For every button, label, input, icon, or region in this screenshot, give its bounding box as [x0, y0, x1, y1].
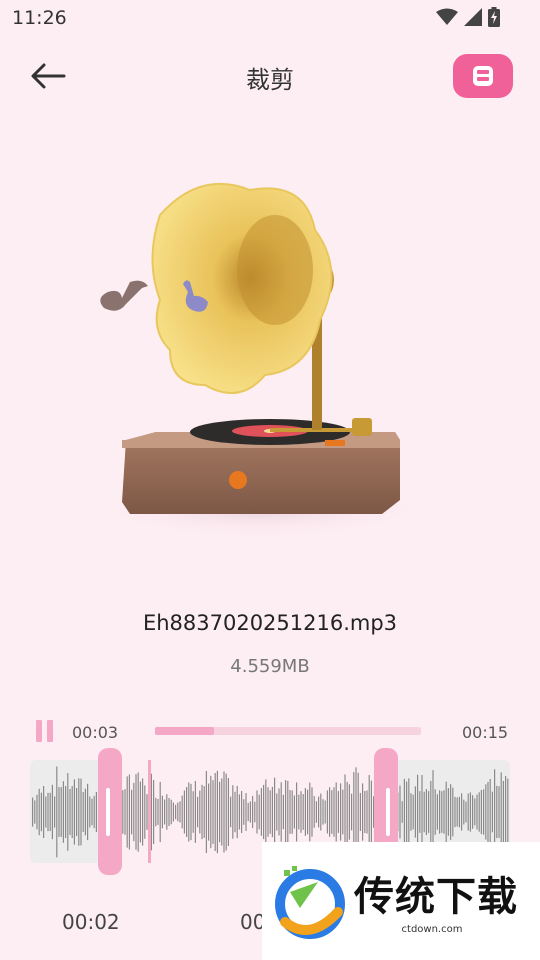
save-icon [473, 66, 493, 86]
watermark-logo [275, 866, 345, 939]
playback-progress-fill [155, 727, 214, 735]
gramophone-illustration [90, 182, 420, 540]
battery-charging-icon [488, 7, 500, 27]
watermark: 传统下载 ctdown.com [262, 842, 540, 960]
file-size: 4.559MB [230, 656, 310, 677]
pause-button[interactable] [36, 720, 56, 742]
status-time: 11:26 [12, 7, 67, 29]
signal-icon [464, 8, 482, 26]
pause-icon [36, 720, 42, 742]
app-header: 裁剪 [0, 48, 540, 106]
current-time: 00:03 [72, 723, 119, 742]
total-time: 00:15 [462, 723, 509, 742]
watermark-brand: 传统下载 [354, 874, 518, 920]
wifi-icon [436, 8, 458, 25]
status-bar: 11:26 [0, 0, 540, 36]
watermark-url: ctdown.com [354, 924, 510, 935]
status-icons [436, 7, 500, 27]
playback-progress-bar[interactable] [155, 727, 421, 735]
trim-start-time: 00:02 [62, 910, 120, 934]
file-name: Eh8837020251216.mp3 [142, 611, 398, 635]
playhead-line[interactable] [148, 760, 151, 863]
trim-handle-left[interactable] [98, 748, 122, 875]
save-button[interactable] [453, 54, 513, 98]
